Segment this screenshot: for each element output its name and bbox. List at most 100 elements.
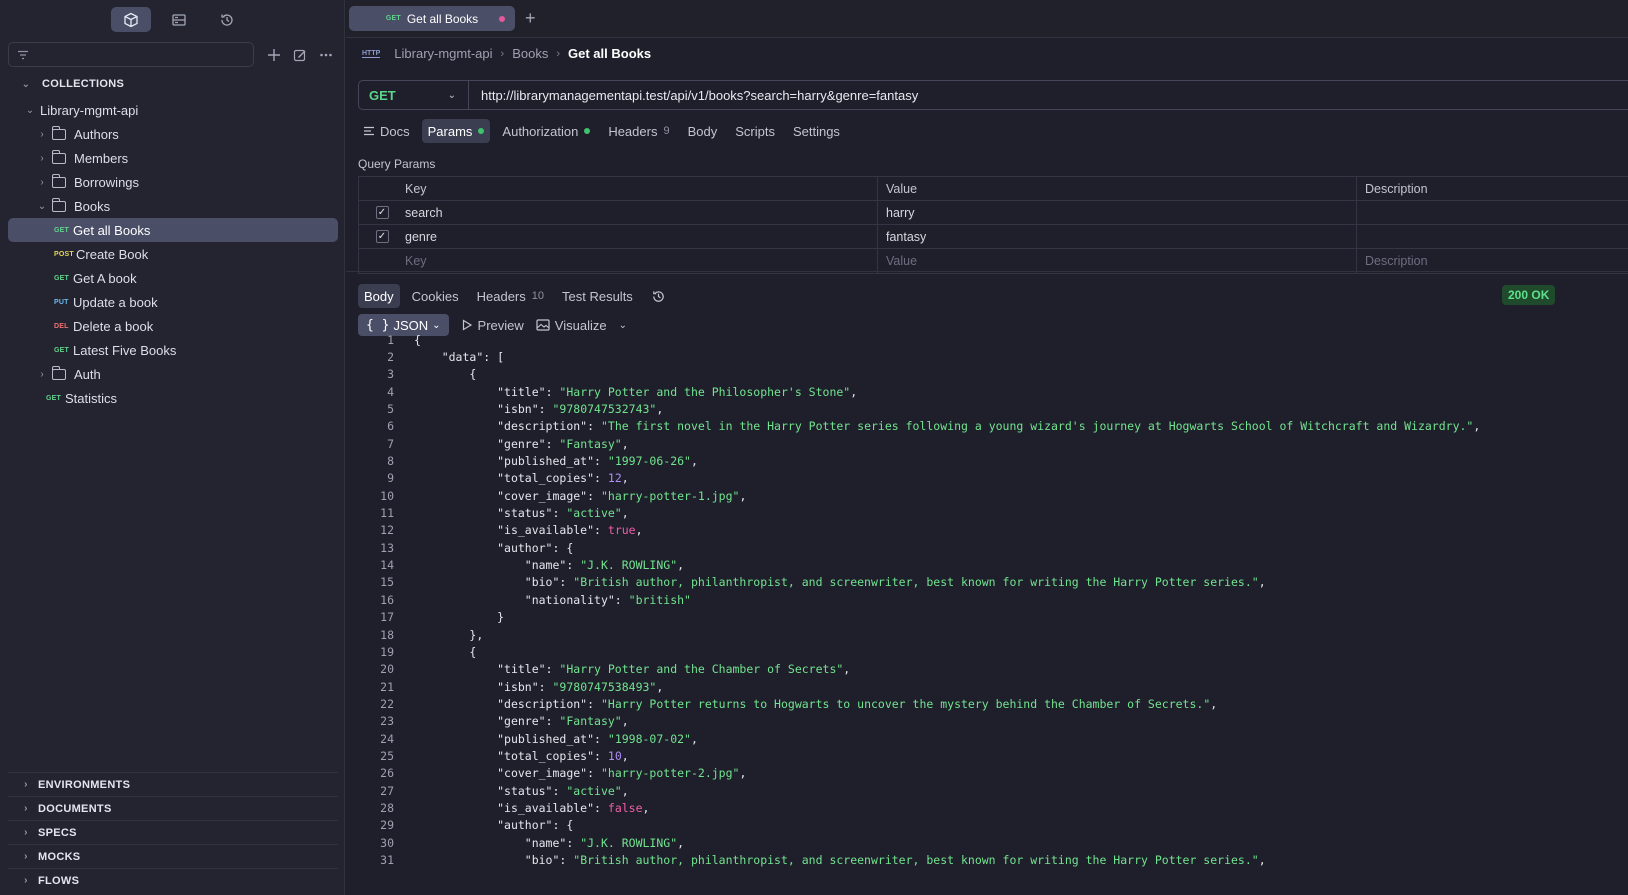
section-specs[interactable]: › SPECS — [8, 820, 338, 844]
collections-tree: ⌄ Library-mgmt-api › Authors › Members ›… — [8, 98, 338, 410]
tree-folder-books[interactable]: ⌄ Books — [8, 194, 338, 218]
tab-response-headers[interactable]: Headers 10 — [471, 284, 550, 308]
section-documents[interactable]: › DOCUMENTS — [8, 796, 338, 820]
param-value-field[interactable]: fantasy — [877, 225, 1356, 248]
tree-request-statistics[interactable]: GET Statistics — [8, 386, 338, 410]
response-divider[interactable] — [346, 271, 1628, 272]
breadcrumb-item[interactable]: Library-mgmt-api — [394, 46, 492, 61]
add-tab-icon[interactable]: + — [525, 8, 536, 29]
param-description-field[interactable] — [1356, 225, 1628, 248]
tab-label: Params — [427, 123, 473, 139]
tree-request-delete-a-book[interactable]: DEL Delete a book — [8, 314, 338, 338]
section-environments[interactable]: › ENVIRONMENTS — [8, 772, 338, 796]
breadcrumb-item[interactable]: Books — [512, 46, 548, 61]
code-content: "total_copies": 10, — [394, 749, 629, 763]
collections-header[interactable]: ⌄ COLLECTIONS — [20, 78, 124, 90]
response-code-viewer[interactable]: 1{2 "data": [3 {4 "title": "Harry Potter… — [346, 331, 1628, 869]
tree-request-update-a-book[interactable]: PUT Update a book — [8, 290, 338, 314]
param-description-field[interactable] — [1356, 201, 1628, 224]
response-history-button[interactable] — [645, 284, 672, 308]
code-line: 19 { — [346, 643, 1628, 660]
tree-request-latest-five-books[interactable]: GET Latest Five Books — [8, 338, 338, 362]
tab-docs[interactable]: Docs — [358, 119, 416, 143]
play-icon — [462, 319, 472, 331]
code-token: "title" — [497, 662, 546, 677]
section-flows[interactable]: › FLOWS — [8, 868, 338, 892]
code-token: { — [469, 367, 477, 382]
edit-icon[interactable] — [292, 47, 308, 63]
tab-test-results[interactable]: Test Results — [556, 284, 639, 308]
tab-response-body[interactable]: Body — [358, 284, 400, 308]
chevron-down-icon[interactable]: ⌄ — [619, 320, 627, 331]
code-token: , — [621, 436, 629, 451]
line-number: 1 — [387, 332, 394, 347]
collections-mode-tab[interactable] — [111, 7, 151, 32]
tab-response-cookies[interactable]: Cookies — [406, 284, 465, 308]
tab-body[interactable]: Body — [682, 119, 724, 143]
code-token: "title" — [497, 384, 546, 399]
more-icon[interactable] — [318, 47, 334, 63]
code-token: : { — [552, 818, 574, 833]
chevron-right-icon: › — [556, 47, 561, 60]
section-mocks[interactable]: › MOCKS — [8, 844, 338, 868]
request-label: Update a book — [73, 294, 158, 310]
folder-icon — [52, 197, 66, 212]
tree-request-create-book[interactable]: POST Create Book — [8, 242, 338, 266]
method-select[interactable]: GET ⌄ — [359, 81, 469, 109]
code-token: 10 — [607, 748, 622, 763]
chevron-down-icon: ⌄ — [25, 104, 35, 116]
code-token: "harry-potter-1.jpg" — [600, 488, 740, 503]
param-key-field[interactable]: search — [405, 201, 877, 224]
code-token: : — [594, 471, 608, 486]
line-number: 17 — [380, 610, 394, 625]
param-value-field[interactable]: harry — [877, 201, 1356, 224]
filter-input[interactable] — [8, 42, 254, 67]
add-icon[interactable] — [266, 47, 282, 63]
table-row: ✓ search harry — [359, 201, 1628, 225]
tree-folder-auth[interactable]: › Auth — [8, 362, 338, 386]
environments-mode-tab[interactable] — [159, 7, 199, 32]
tab-authorization[interactable]: Authorization — [496, 119, 596, 143]
code-token: "published_at" — [497, 731, 595, 746]
tree-folder-borrowings[interactable]: › Borrowings — [8, 170, 338, 194]
code-token: : — [594, 454, 608, 469]
code-token: : — [545, 714, 560, 729]
active-dot-icon — [478, 128, 485, 134]
code-token: "british" — [628, 592, 691, 607]
tab-settings[interactable]: Settings — [787, 119, 846, 143]
tree-folder-authors[interactable]: › Authors — [8, 122, 338, 146]
code-line: 6 "description": "The first novel in the… — [346, 418, 1628, 435]
new-param-description-field[interactable]: Description — [1356, 249, 1628, 273]
param-checkbox[interactable]: ✓ — [375, 230, 389, 243]
open-request-tab[interactable]: GET Get all Books — [349, 6, 515, 31]
new-param-value-field[interactable]: Value — [877, 249, 1356, 273]
tree-request-get-a-book[interactable]: GET Get A book — [8, 266, 338, 290]
tree-request-get-all-books[interactable]: GET Get all Books — [8, 218, 338, 242]
tab-params[interactable]: Params — [421, 119, 491, 143]
code-token: 12 — [607, 471, 622, 486]
code-token: , — [690, 731, 698, 746]
code-line: 16 "nationality": "british" — [346, 591, 1628, 608]
code-line: 28 "is_available": false, — [346, 799, 1628, 816]
tab-headers[interactable]: Headers 9 — [602, 119, 675, 143]
table-row-new: Key Value Description — [359, 249, 1628, 273]
code-content: } — [394, 610, 504, 624]
tree-folder-members[interactable]: › Members — [8, 146, 338, 170]
tree-collection-root[interactable]: ⌄ Library-mgmt-api — [8, 98, 338, 122]
param-checkbox[interactable]: ✓ — [375, 206, 389, 219]
tab-label: Docs — [380, 123, 410, 139]
history-mode-tab[interactable] — [207, 7, 247, 32]
param-key-field[interactable]: genre — [405, 225, 877, 248]
url-input[interactable]: http://librarymanagementapi.test/api/v1/… — [469, 88, 918, 103]
new-param-key-field[interactable]: Key — [405, 249, 877, 273]
history-icon — [221, 13, 233, 26]
tab-scripts[interactable]: Scripts — [729, 119, 781, 143]
code-token: "genre" — [497, 436, 546, 451]
headers-count: 9 — [663, 125, 670, 137]
table-row: ✓ genre fantasy — [359, 225, 1628, 249]
code-token: , — [1473, 419, 1481, 434]
code-token: , — [677, 558, 685, 573]
code-token: : — [538, 679, 553, 694]
code-line: 21 "isbn": "9780747538493", — [346, 678, 1628, 695]
tab-label: Body — [687, 123, 718, 139]
